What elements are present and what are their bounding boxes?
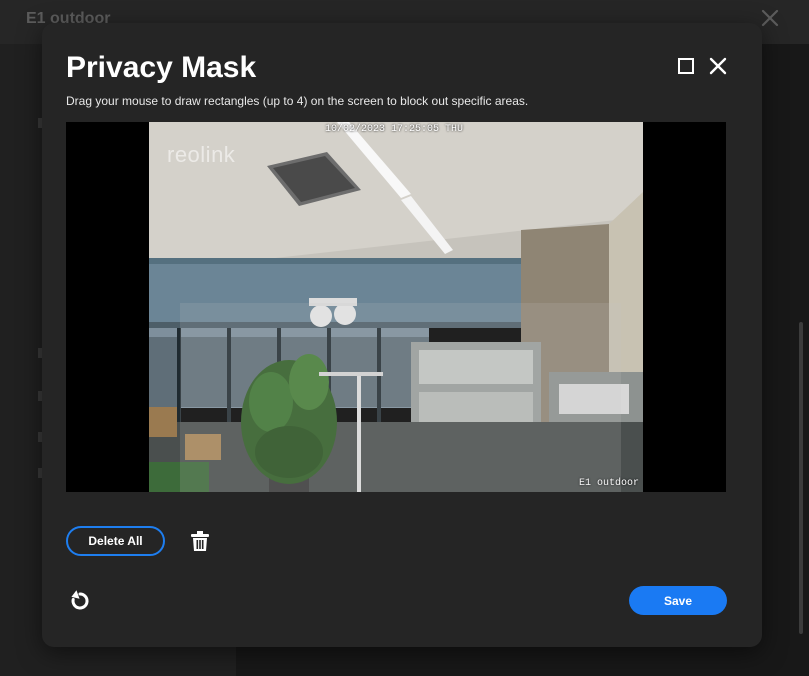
background-close-icon[interactable] xyxy=(758,6,782,30)
delete-all-button[interactable]: Delete All xyxy=(66,526,165,556)
video-timestamp: 10/02/2023 17:25:05 THU xyxy=(325,124,464,135)
privacy-mask-region[interactable] xyxy=(180,303,621,492)
dialog-description: Drag your mouse to draw rectangles (up t… xyxy=(66,94,529,108)
dialog-title: Privacy Mask xyxy=(66,51,257,84)
close-icon[interactable] xyxy=(706,54,730,78)
save-button[interactable]: Save xyxy=(629,586,727,615)
background-scrollbar[interactable] xyxy=(799,322,803,634)
maximize-icon[interactable] xyxy=(674,54,698,78)
reset-icon[interactable] xyxy=(68,589,92,613)
trash-icon[interactable] xyxy=(188,529,212,553)
video-watermark: reolink xyxy=(167,142,236,167)
privacy-mask-dialog: Privacy Mask Drag your mouse to draw rec… xyxy=(42,23,762,647)
camera-preview[interactable]: reolink 10/02/2023 17:25:05 THU E1 outdo… xyxy=(66,122,726,492)
